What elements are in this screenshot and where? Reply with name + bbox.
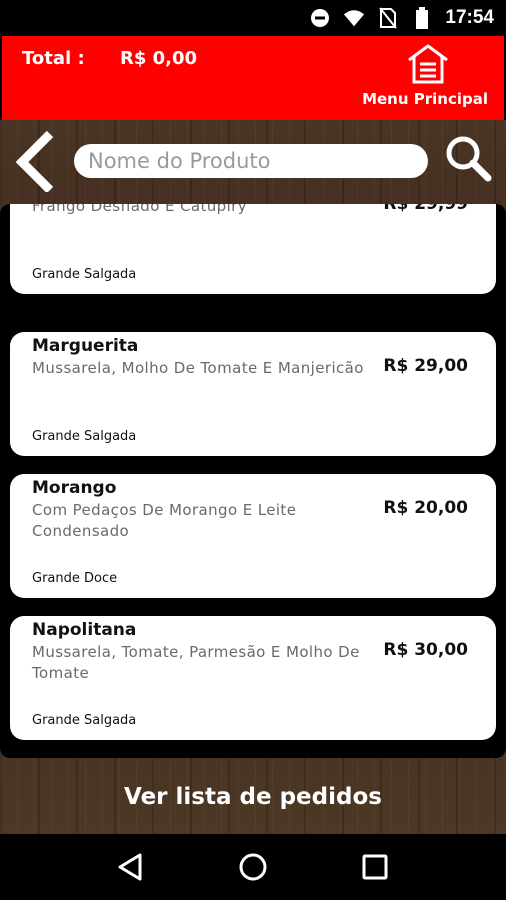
ver-lista-pedidos-button[interactable]: Ver lista de pedidos [0, 760, 506, 834]
menu-principal-label: Menu Principal [362, 90, 488, 108]
wifi-icon [343, 7, 365, 29]
product-category: Grande Salgada [32, 267, 137, 282]
product-category: Grande Salgada [32, 713, 137, 728]
product-card[interactable]: Frango Desfiado E Catupiry R$ 29,99 Gran… [10, 204, 496, 294]
menu-principal-button[interactable]: Menu Principal [358, 42, 488, 116]
product-category: Grande Salgada [32, 429, 137, 444]
total-value: R$ 0,00 [120, 48, 198, 69]
product-price: R$ 20,00 [383, 498, 468, 518]
product-price: R$ 30,00 [383, 640, 468, 660]
product-price: R$ 29,00 [383, 356, 468, 376]
total-label: Total : [22, 48, 85, 69]
product-description: Mussarela, Tomate, Parmesão E Molho De T… [32, 643, 360, 682]
android-nav-bar [0, 834, 506, 900]
product-card[interactable]: Marguerita Mussarela, Molho De Tomate E … [10, 332, 496, 456]
search-input[interactable] [74, 144, 428, 178]
product-name: Napolitana [32, 620, 137, 640]
search-toolbar [0, 120, 506, 202]
product-description: Frango Desfiado E Catupiry [32, 204, 248, 215]
status-time: 17:54 [445, 7, 494, 28]
back-triangle-icon[interactable] [107, 843, 155, 891]
house-menu-icon [406, 42, 450, 86]
no-sim-icon [377, 7, 399, 29]
product-card[interactable]: Napolitana Mussarela, Tomate, Parmesão E… [10, 616, 496, 740]
product-card[interactable]: Morango Com Pedaços De Morango E Leite C… [10, 474, 496, 598]
product-category: Grande Doce [32, 571, 118, 586]
product-list: Frango Desfiado E Catupiry R$ 29,99 Gran… [0, 204, 506, 758]
back-arrow-icon[interactable] [10, 128, 60, 194]
home-circle-icon[interactable] [229, 843, 277, 891]
product-description: Mussarela, Molho De Tomate E Manjericão [32, 359, 364, 377]
battery-icon [411, 7, 433, 29]
product-price: R$ 29,99 [383, 204, 468, 214]
recents-square-icon[interactable] [351, 843, 399, 891]
header-bar: Total : R$ 0,00 Menu Principal [2, 36, 504, 120]
product-name: Marguerita [32, 336, 139, 356]
product-description: Com Pedaços De Morango E Leite Condensad… [32, 501, 297, 540]
do-not-disturb-icon [309, 7, 331, 29]
status-bar: 17:54 [0, 0, 506, 36]
search-icon[interactable] [444, 134, 494, 184]
product-name: Morango [32, 478, 117, 498]
